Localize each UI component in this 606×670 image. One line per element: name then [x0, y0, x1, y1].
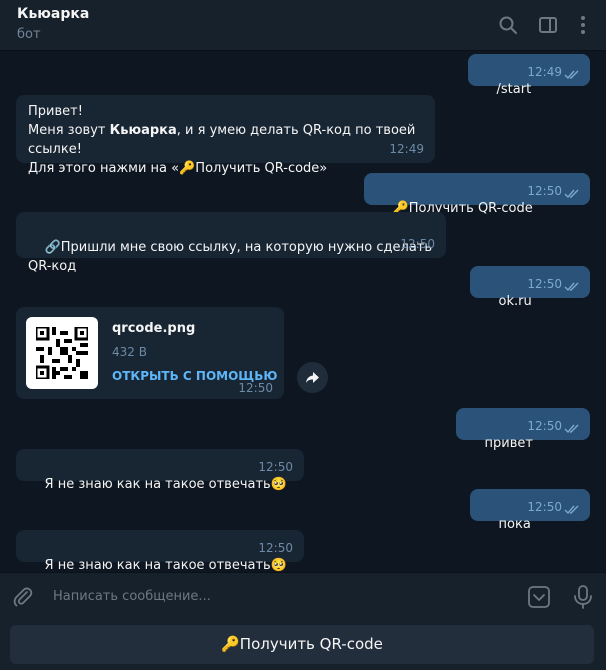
message-time: 12:50	[527, 184, 562, 198]
message-time: 12:49	[527, 65, 562, 79]
get-qr-code-button[interactable]: 🔑Получить QR-code	[10, 625, 594, 664]
double-check-icon	[564, 424, 580, 434]
message-outgoing[interactable]: ok.ru 12:50	[470, 266, 590, 309]
qr-thumbnail[interactable]	[26, 317, 98, 389]
message-input[interactable]: Написать сообщение...	[53, 589, 211, 604]
file-name[interactable]: qrcode.png	[112, 321, 195, 336]
message-text: /start	[496, 82, 532, 97]
bot-keyboard-icon[interactable]	[527, 585, 551, 613]
forward-icon[interactable]	[297, 362, 328, 393]
message-text: Меня зовут	[28, 123, 110, 138]
chat-subtitle: бот	[17, 27, 41, 42]
message-text: ok.ru	[498, 294, 532, 309]
chat-title[interactable]: Кьюарка	[17, 6, 89, 22]
double-check-icon	[564, 189, 580, 199]
double-check-icon	[564, 70, 580, 80]
message-line: Для этого нажми на «🔑Получить QR-code»	[28, 161, 328, 176]
bot-name-bold: Кьюарка	[109, 123, 177, 138]
chat-header: Кьюарка бот	[0, 0, 606, 51]
message-incoming[interactable]: Я не знаю как на такое отвечать🥺 12:50	[16, 449, 304, 492]
message-time: 12:50	[400, 237, 435, 251]
message-time: 12:50	[527, 500, 562, 514]
search-icon[interactable]	[497, 14, 519, 36]
file-message[interactable]: qrcode.png 432 B ОТКРЫТЬ С ПОМОЩЬЮ 12:50	[16, 307, 284, 399]
message-text: пока	[498, 517, 531, 532]
file-size: 432 B	[112, 345, 147, 359]
message-text: Я не знаю как на такое отвечать🥺	[44, 477, 287, 492]
message-incoming[interactable]: 🔗Пришли мне свою ссылку, на которую нужн…	[16, 212, 446, 274]
message-list[interactable]: /start 12:49 Привет! Меня зовут Кьюарка,…	[0, 52, 606, 573]
message-outgoing[interactable]: пока 12:50	[470, 489, 590, 532]
message-time: 12:49	[389, 142, 424, 156]
message-time: 12:50	[527, 419, 562, 433]
bot-keyboard: 🔑Получить QR-code	[0, 621, 606, 670]
message-time: 12:50	[258, 541, 293, 555]
message-text: привет	[484, 436, 533, 451]
message-line: Привет!	[28, 104, 83, 119]
double-check-icon	[564, 505, 580, 515]
microphone-icon[interactable]	[572, 584, 594, 614]
message-line: Меня зовут Кьюарка, и я умею делать QR-к…	[28, 121, 423, 159]
message-outgoing[interactable]: 🔑Получить QR-code 12:50	[364, 173, 590, 216]
message-time: 12:50	[238, 381, 273, 395]
message-text: Я не знаю как на такое отвечать🥺	[44, 558, 287, 573]
message-outgoing[interactable]: привет 12:50	[456, 408, 590, 451]
message-incoming[interactable]: Привет! Меня зовут Кьюарка, и я умею дел…	[16, 95, 435, 176]
message-composer: Написать сообщение...	[0, 572, 606, 621]
message-outgoing[interactable]: /start 12:49	[468, 54, 590, 97]
more-vertical-icon[interactable]	[572, 14, 594, 36]
message-text: 🔗Пришли мне свою ссылку, на которую нужн…	[28, 240, 437, 274]
attach-icon[interactable]	[12, 586, 34, 612]
double-check-icon	[564, 282, 580, 292]
message-time: 12:50	[527, 277, 562, 291]
message-incoming[interactable]: Я не знаю как на такое отвечать🥺 12:50	[16, 530, 304, 573]
sidebar-toggle-icon[interactable]	[537, 14, 559, 36]
message-time: 12:50	[258, 460, 293, 474]
